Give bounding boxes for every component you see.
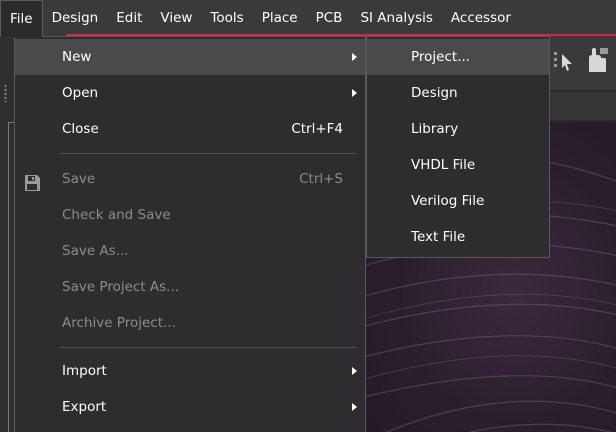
toolbar-grip-handle[interactable] bbox=[4, 84, 7, 102]
menu-design[interactable]: Design bbox=[43, 0, 108, 36]
menu-item-save-project-as[interactable]: Save Project As... bbox=[15, 269, 365, 305]
menu-item-label: Close bbox=[62, 121, 99, 137]
submenu-item-vhdl-file[interactable]: VHDL File bbox=[367, 147, 549, 183]
menu-item-save[interactable]: Save Ctrl+S bbox=[15, 161, 365, 197]
menu-separator bbox=[59, 153, 357, 154]
menu-pcb[interactable]: PCB bbox=[307, 0, 352, 36]
menu-separator bbox=[59, 347, 357, 348]
menu-item-new[interactable]: New bbox=[15, 39, 365, 75]
menu-item-label: Design bbox=[411, 85, 458, 101]
menu-item-export[interactable]: Export bbox=[15, 389, 365, 425]
menu-item-label: New bbox=[62, 49, 92, 65]
submenu-item-text-file[interactable]: Text File bbox=[367, 219, 549, 255]
submenu-item-verilog-file[interactable]: Verilog File bbox=[367, 183, 549, 219]
submenu-arrow-icon bbox=[352, 403, 357, 411]
menu-item-close[interactable]: Close Ctrl+F4 bbox=[15, 111, 365, 147]
menu-si-analysis[interactable]: SI Analysis bbox=[351, 0, 441, 36]
menu-item-check-and-save[interactable]: Check and Save bbox=[15, 197, 365, 233]
shortcut-label: Ctrl+S bbox=[299, 171, 343, 187]
menu-item-label: Save As... bbox=[62, 243, 129, 259]
file-menu: New Open Close Ctrl+F4 Save Ctrl+S Check… bbox=[14, 36, 366, 432]
submenu-arrow-icon bbox=[352, 53, 357, 61]
menu-item-import[interactable]: Import bbox=[15, 353, 365, 389]
menu-item-archive-project[interactable]: Archive Project... bbox=[15, 305, 365, 341]
menu-item-label: Save bbox=[62, 171, 96, 187]
floppy-disk-icon bbox=[23, 170, 41, 191]
menu-item-label: Text File bbox=[411, 229, 466, 245]
menu-edit[interactable]: Edit bbox=[107, 0, 151, 36]
toolbar bbox=[540, 36, 616, 90]
shortcut-label: Ctrl+F4 bbox=[291, 121, 343, 137]
submenu-item-design[interactable]: Design bbox=[367, 75, 549, 111]
menu-file[interactable]: File bbox=[0, 0, 43, 37]
toolbar-row-secondary bbox=[550, 92, 616, 120]
menu-item-label: Library bbox=[411, 121, 459, 137]
menu-item-label: Verilog File bbox=[411, 193, 485, 209]
menu-item-save-as[interactable]: Save As... bbox=[15, 233, 365, 269]
menu-item-label: Open bbox=[62, 85, 99, 101]
menu-item-label: Project... bbox=[411, 49, 471, 65]
select-cursor-icon[interactable] bbox=[552, 48, 576, 74]
move-hand-icon[interactable] bbox=[584, 46, 608, 72]
new-submenu: Project... Design Library VHDL File Veri… bbox=[366, 36, 550, 258]
submenu-item-project[interactable]: Project... bbox=[367, 39, 549, 75]
menu-item-label: Check and Save bbox=[62, 207, 171, 223]
menu-item-label: Import bbox=[62, 363, 107, 379]
menu-tools[interactable]: Tools bbox=[201, 0, 252, 36]
submenu-arrow-icon bbox=[352, 367, 357, 375]
menu-item-label: Save Project As... bbox=[62, 279, 180, 295]
menu-view[interactable]: View bbox=[151, 0, 201, 36]
submenu-item-library[interactable]: Library bbox=[367, 111, 549, 147]
menu-item-label: Export bbox=[62, 399, 107, 415]
menu-item-open[interactable]: Open bbox=[15, 75, 365, 111]
submenu-arrow-icon bbox=[352, 89, 357, 97]
menu-item-label: Archive Project... bbox=[62, 315, 176, 331]
menu-place[interactable]: Place bbox=[253, 0, 307, 36]
menu-bar: File Design Edit View Tools Place PCB SI… bbox=[0, 0, 616, 37]
menu-accessories[interactable]: Accessor bbox=[442, 0, 520, 36]
menu-item-label: VHDL File bbox=[411, 157, 476, 173]
